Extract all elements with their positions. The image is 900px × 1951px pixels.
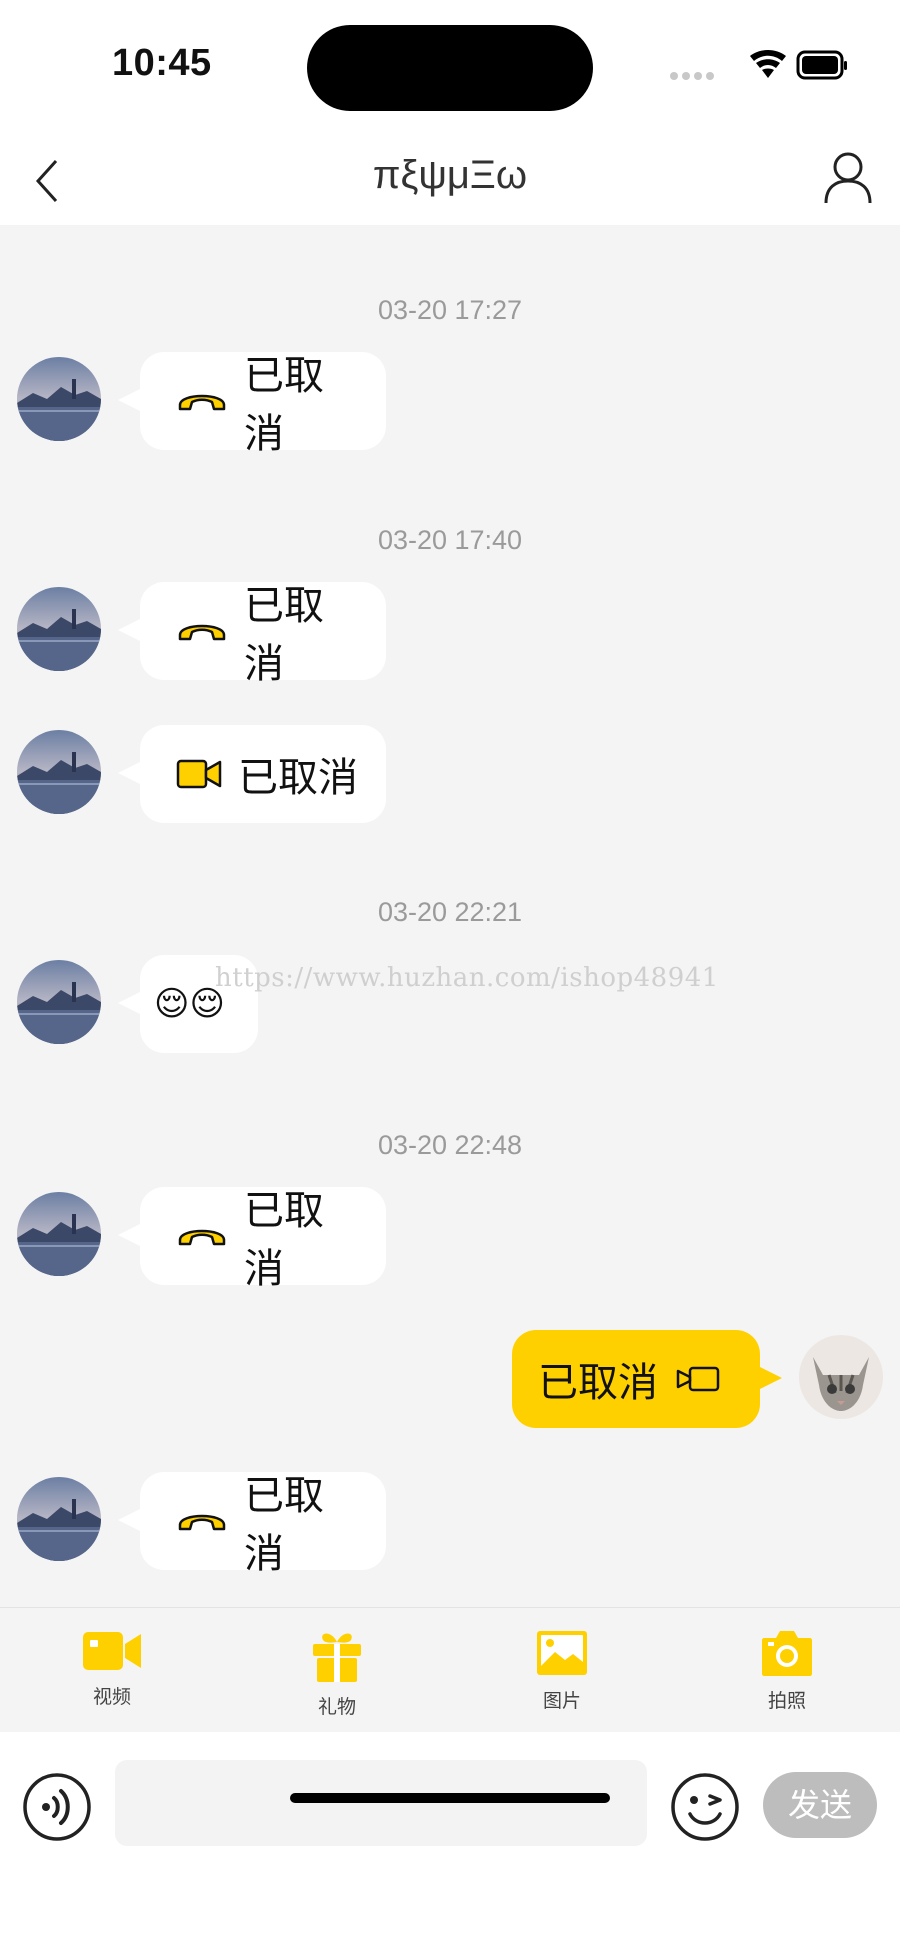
status-bar: 10:45 xyxy=(0,0,900,135)
my-avatar[interactable] xyxy=(799,1335,883,1419)
call-message-bubble[interactable]: 已取消 xyxy=(118,582,386,686)
image-icon xyxy=(537,1631,587,1675)
voice-icon xyxy=(23,1773,91,1841)
video-icon xyxy=(83,1632,141,1670)
call-status-text: 已取消 xyxy=(244,1474,324,1576)
input-bar: 发送 xyxy=(0,1732,900,1951)
status-icons xyxy=(668,48,848,84)
call-status-text: 已取消 xyxy=(244,354,324,456)
toolbar-label: 拍照 xyxy=(767,1691,806,1712)
video-call-button[interactable]: 视频 xyxy=(52,1628,172,1709)
user-icon xyxy=(824,152,872,204)
contact-avatar[interactable] xyxy=(17,1477,101,1561)
message-input[interactable] xyxy=(115,1760,647,1846)
call-status-text: 已取消 xyxy=(238,756,358,800)
wifi-icon xyxy=(750,50,786,78)
nav-bar: πξψμΞω xyxy=(0,135,900,225)
timestamp: 03-20 22:48 xyxy=(377,1130,523,1160)
home-indicator xyxy=(290,1793,610,1803)
timestamp: 03-20 22:21 xyxy=(377,897,523,927)
dynamic-island xyxy=(307,25,593,111)
outgoing-call-message-bubble[interactable]: 已取消 xyxy=(512,1330,782,1428)
call-message-bubble[interactable]: 已取消 xyxy=(118,352,386,456)
contact-avatar[interactable] xyxy=(17,1192,101,1276)
video-camera-icon xyxy=(176,758,222,790)
chat-toolbar: 视频 礼物 图片 拍照 xyxy=(0,1607,900,1733)
emoji-picker-button[interactable] xyxy=(670,1772,740,1842)
call-status-text: 已取消 xyxy=(244,584,324,686)
camera-button[interactable]: 拍照 xyxy=(727,1628,847,1713)
toolbar-label: 图片 xyxy=(542,1691,581,1712)
call-status-text: 已取消 xyxy=(538,1361,658,1405)
phone-hangup-icon xyxy=(176,1507,228,1535)
gift-button[interactable]: 礼物 xyxy=(277,1628,397,1719)
smiley-wink-icon xyxy=(671,1773,739,1841)
message-list[interactable]: 03-20 17:27 已取消 03-20 17:40 已取消 已取消 03-2… xyxy=(0,225,900,1607)
battery-icon xyxy=(796,50,847,80)
toolbar-label: 礼物 xyxy=(317,1697,356,1718)
back-button[interactable] xyxy=(30,151,90,211)
gift-icon xyxy=(313,1633,361,1682)
contact-avatar[interactable] xyxy=(17,730,101,814)
user-profile-button[interactable] xyxy=(818,147,878,207)
chevron-left-icon xyxy=(35,159,58,203)
image-button[interactable]: 图片 xyxy=(502,1628,622,1713)
send-button[interactable]: 发送 xyxy=(763,1772,877,1838)
contact-avatar[interactable] xyxy=(17,587,101,671)
call-message-bubble[interactable]: 已取消 xyxy=(118,1472,386,1576)
camera-icon xyxy=(762,1631,812,1676)
status-time: 10:45 xyxy=(112,42,212,84)
call-message-bubble[interactable]: 已取消 xyxy=(118,725,386,823)
chat-title: πξψμΞω xyxy=(372,153,528,197)
watermark-text: https://www.huzhan.com/ishop48941 xyxy=(215,963,719,993)
cellular-signal-icon xyxy=(670,72,714,80)
phone-hangup-icon xyxy=(176,387,228,415)
contact-avatar[interactable] xyxy=(17,357,101,441)
call-status-text: 已取消 xyxy=(244,1189,324,1291)
phone-hangup-icon xyxy=(176,1222,228,1250)
call-message-bubble[interactable]: 已取消 xyxy=(118,1187,386,1291)
contact-avatar[interactable] xyxy=(17,960,101,1044)
voice-input-button[interactable] xyxy=(22,1772,92,1842)
phone-hangup-icon xyxy=(176,617,228,645)
video-camera-outline-icon xyxy=(676,1363,722,1395)
timestamp: 03-20 17:40 xyxy=(377,525,523,555)
toolbar-label: 视频 xyxy=(92,1687,131,1708)
timestamp: 03-20 17:27 xyxy=(377,295,523,325)
